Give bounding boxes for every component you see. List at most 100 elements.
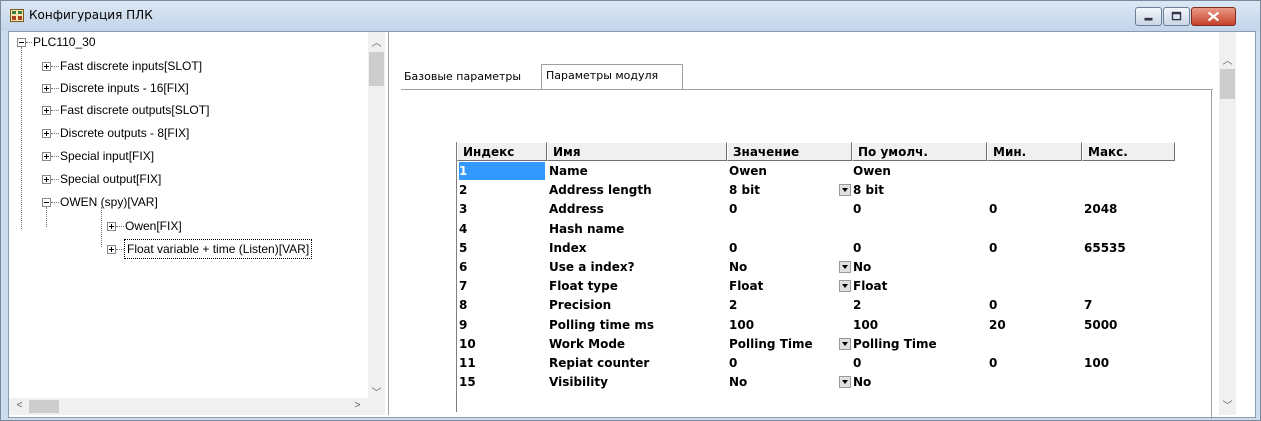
column-header-value[interactable]: Значение [727, 142, 852, 161]
scroll-up-icon[interactable]: ︿ [368, 34, 385, 49]
cell-max [1084, 181, 1174, 199]
cell-name: Visibility [549, 375, 608, 390]
tree-item[interactable]: Owen[FIX] [125, 217, 182, 235]
cell-max: 7 [1084, 298, 1093, 313]
cell-min [989, 277, 1079, 295]
collapse-icon[interactable] [42, 198, 51, 207]
table-row[interactable]: 6 Use a index? No No [457, 258, 1175, 276]
cell-index: 3 [459, 202, 468, 217]
maximize-button[interactable] [1163, 7, 1190, 26]
table-row[interactable]: 15 Visibility No No [457, 373, 1175, 391]
cell-value[interactable]: Polling Time [729, 335, 839, 353]
dropdown-arrow-icon[interactable] [839, 184, 851, 197]
cell-max: 65535 [1084, 240, 1126, 255]
cell-name: Index [549, 240, 587, 255]
column-header-default[interactable]: По умолч. [852, 142, 987, 161]
cell-name: Polling time ms [549, 317, 655, 332]
expand-icon[interactable] [42, 106, 51, 115]
cell-value[interactable]: No [729, 373, 839, 391]
cell-default: 0 [853, 202, 862, 217]
tree-item[interactable]: Fast discrete inputs[SLOT] [60, 57, 202, 75]
scrollbar-thumb[interactable] [29, 400, 59, 413]
cell-value[interactable]: 8 bit [729, 181, 839, 199]
cell-max [1084, 373, 1174, 391]
expand-icon[interactable] [107, 222, 116, 231]
dropdown-arrow-icon[interactable] [839, 376, 851, 389]
scroll-left-icon[interactable]: < [11, 400, 28, 411]
expand-icon[interactable] [42, 84, 51, 93]
plc-config-icon [10, 9, 24, 22]
column-header-index[interactable]: Индекс [457, 142, 547, 161]
dropdown-arrow-icon[interactable] [839, 261, 851, 273]
tab-base-params[interactable]: Базовые параметры [401, 66, 540, 88]
tree-item-selected[interactable]: Float variable + time (Listen)[VAR] [123, 239, 313, 259]
dropdown-arrow-icon[interactable] [839, 280, 851, 293]
pane-vertical-scrollbar[interactable]: ︿ ﹀ [1219, 32, 1236, 415]
config-tree: PLC110_30 Fast discrete inputs[SLOT] Dis… [9, 32, 389, 415]
table-row[interactable]: 2 Address length 8 bit 8 bit [457, 181, 1175, 199]
table-row[interactable]: 4 Hash name [457, 220, 1175, 238]
tree-root[interactable]: PLC110_30 [33, 33, 96, 51]
expand-icon[interactable] [107, 245, 116, 254]
cell-default [853, 220, 983, 238]
cell-value[interactable]: Owen [729, 162, 839, 180]
cell-min [989, 258, 1079, 276]
tree-item[interactable]: Special input[FIX] [60, 147, 154, 165]
column-header-name[interactable]: Имя [547, 142, 727, 161]
table-row[interactable]: 11 Repiat counter 0 0 0 100 [457, 354, 1175, 372]
scroll-right-icon[interactable]: > [349, 400, 366, 411]
plc-config-window: Конфигурация ПЛК PLC110_30 Fast discrete… [0, 0, 1261, 421]
cell-value[interactable]: 0 [729, 200, 839, 218]
tree-item[interactable]: Discrete outputs - 8[FIX] [60, 124, 189, 142]
cell-max [1084, 162, 1174, 180]
root-collapse-icon[interactable] [17, 38, 26, 47]
minimize-button[interactable] [1135, 7, 1162, 26]
expand-icon[interactable] [42, 129, 51, 138]
scrollbar-thumb[interactable] [369, 52, 384, 86]
table-row[interactable]: 7 Float type Float Float [457, 277, 1175, 295]
title-bar[interactable]: Конфигурация ПЛК [1, 1, 1260, 31]
table-row[interactable]: 3 Address 0 0 0 2048 [457, 200, 1175, 218]
tree-horizontal-scrollbar[interactable]: < > [9, 398, 368, 415]
scroll-down-icon[interactable]: ﹀ [1219, 397, 1236, 412]
cell-index: 2 [459, 183, 468, 198]
cell-default: Owen [853, 164, 891, 178]
dropdown-arrow-icon[interactable] [839, 337, 851, 350]
expand-icon[interactable] [42, 62, 51, 71]
table-row[interactable]: 1 Name Owen Owen [457, 162, 1175, 180]
tree-item[interactable]: Discrete inputs - 16[FIX] [60, 79, 189, 97]
scrollbar-thumb[interactable] [1220, 69, 1235, 99]
cell-value[interactable]: 0 [729, 354, 839, 372]
tab-panel-border [1211, 89, 1214, 419]
cell-index: 10 [459, 336, 476, 351]
column-header-min[interactable]: Мин. [987, 142, 1082, 161]
column-header-max[interactable]: Макс. [1082, 142, 1175, 161]
table-row[interactable]: 8 Precision 2 2 0 7 [457, 296, 1175, 314]
cell-name: Address length [549, 183, 652, 198]
cell-value[interactable]: No [729, 258, 839, 276]
scroll-down-icon[interactable]: ﹀ [368, 384, 385, 399]
cell-value[interactable]: Float [729, 277, 839, 295]
cell-value[interactable]: 2 [729, 296, 839, 314]
expand-icon[interactable] [42, 175, 51, 184]
cell-value[interactable]: 0 [729, 239, 839, 257]
table-row[interactable]: 10 Work Mode Polling Time Polling Time [457, 335, 1175, 353]
cell-min: 0 [989, 202, 998, 217]
expand-icon[interactable] [42, 152, 51, 161]
tab-module-params[interactable]: Параметры модуля [541, 64, 683, 89]
cell-value[interactable]: 100 [729, 316, 839, 334]
tree-item[interactable]: Special output[FIX] [60, 170, 161, 188]
cell-default: 0 [853, 240, 862, 255]
tree-item[interactable]: Fast discrete outputs[SLOT] [60, 101, 209, 119]
tree-vertical-scrollbar[interactable]: ︿ ﹀ [368, 32, 385, 399]
table-row[interactable]: 9 Polling time ms 100 100 20 5000 [457, 316, 1175, 334]
close-button[interactable] [1191, 7, 1236, 26]
cell-max [1084, 277, 1174, 295]
cell-name: Precision [549, 298, 612, 313]
table-row[interactable]: 5 Index 0 0 0 65535 [457, 239, 1175, 257]
minimize-icon [1144, 17, 1153, 21]
scroll-up-icon[interactable]: ︿ [1219, 52, 1236, 67]
tree-item[interactable]: OWEN (spy)[VAR] [60, 193, 158, 211]
cell-value[interactable] [729, 220, 839, 238]
cell-default: No [853, 260, 872, 274]
